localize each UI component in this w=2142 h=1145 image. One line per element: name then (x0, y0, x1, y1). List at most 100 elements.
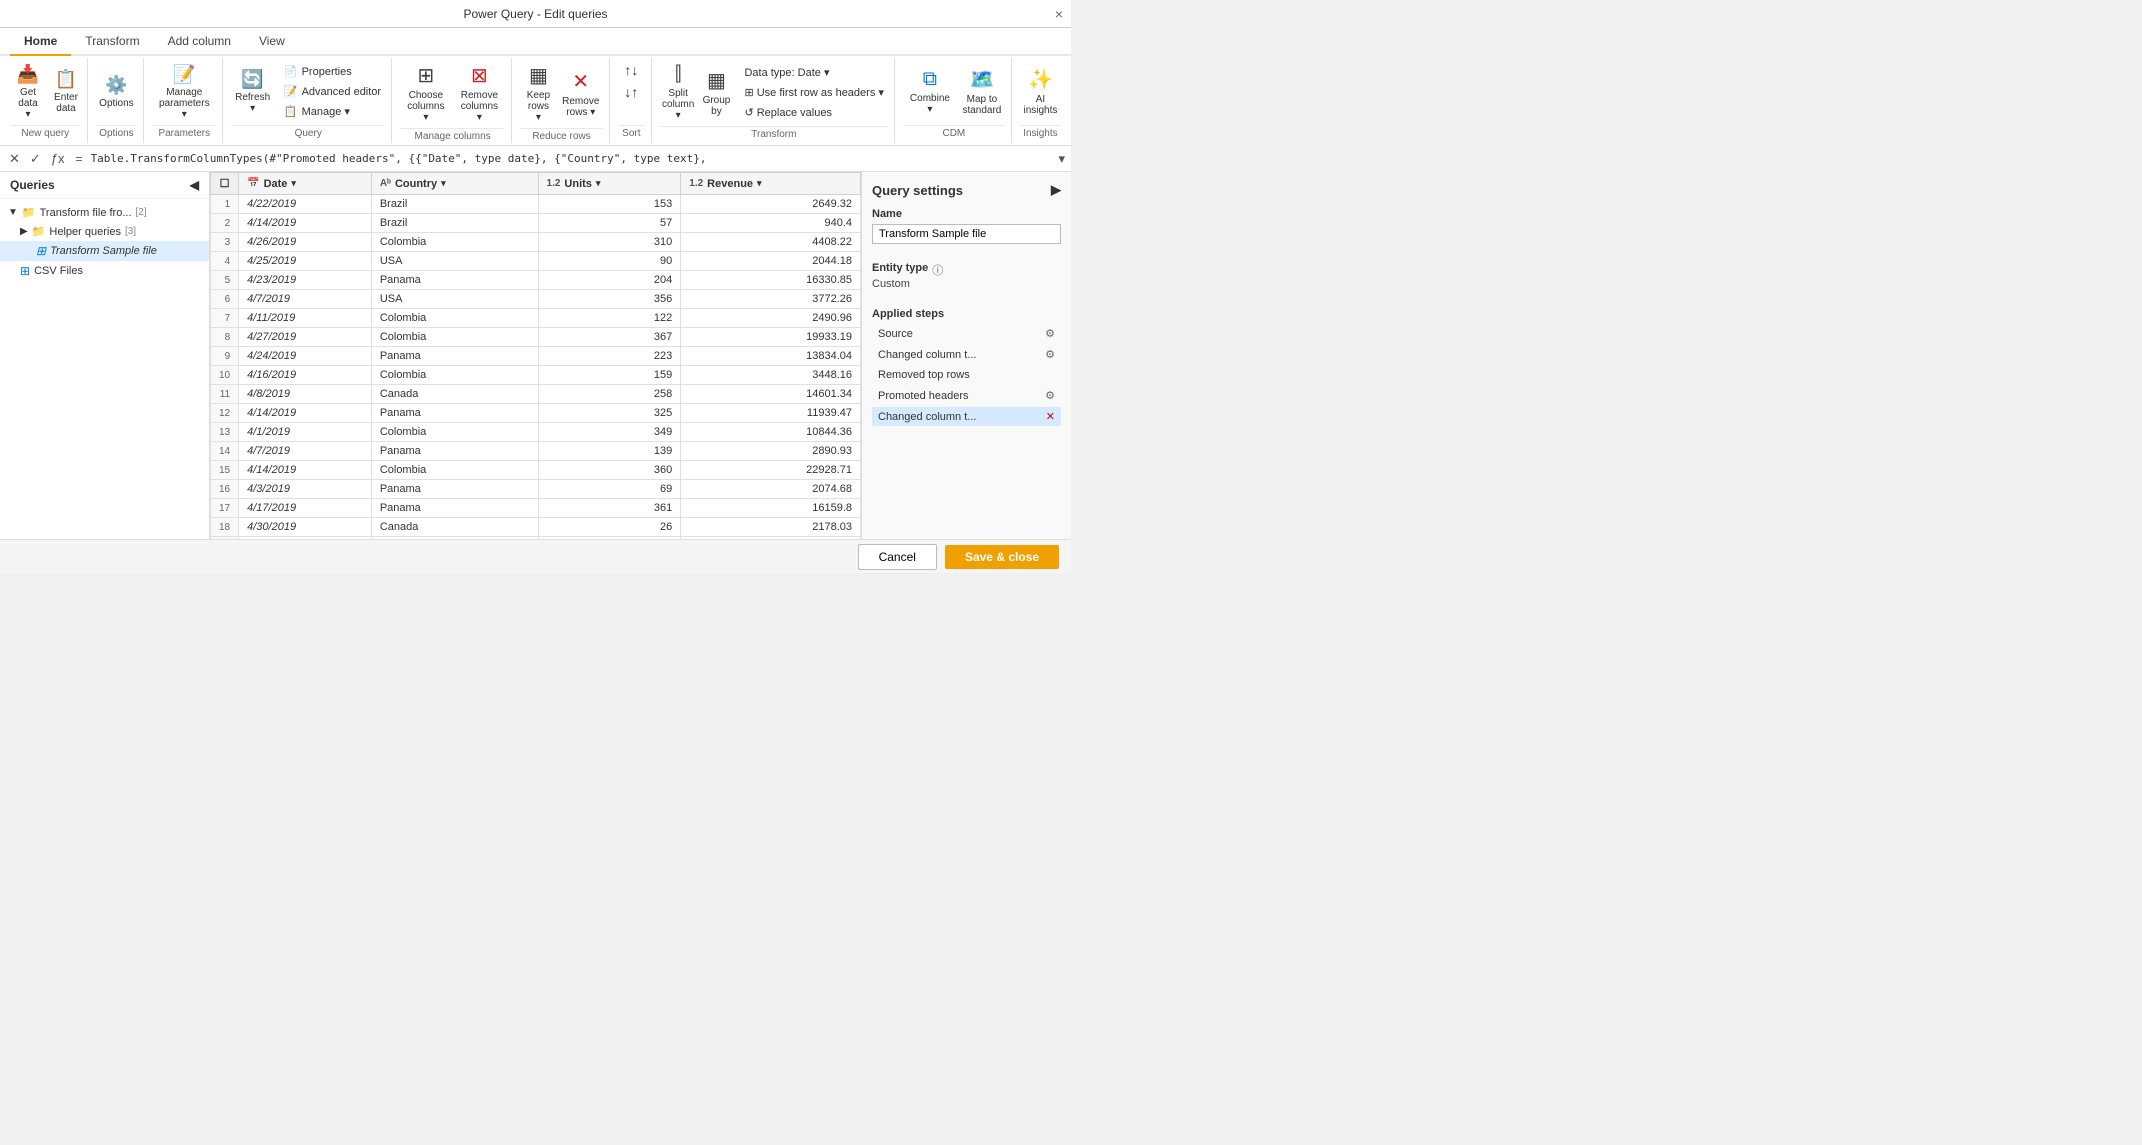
date-cell: 4/7/2019 (239, 290, 372, 309)
data-grid-wrap[interactable]: ☐ 📅 Date ▾ Aᵇ Country (210, 172, 861, 539)
split-column-button[interactable]: ⫿ Splitcolumn ▾ (660, 60, 697, 124)
country-type-icon: Aᵇ (380, 178, 391, 189)
formula-expand-button[interactable]: ▾ (1058, 151, 1065, 167)
units-cell: 258 (538, 385, 681, 404)
step-item-source[interactable]: Source⚙ (872, 324, 1061, 343)
tab-home[interactable]: Home (10, 28, 71, 56)
choose-columns-button[interactable]: ⊞ Choosecolumns ▾ (400, 60, 452, 126)
table-row[interactable]: 6 4/7/2019 USA 356 3772.26 (211, 290, 861, 309)
table-row[interactable]: 7 4/11/2019 Colombia 122 2490.96 (211, 309, 861, 328)
table-row[interactable]: 11 4/8/2019 Canada 258 14601.34 (211, 385, 861, 404)
settings-expand-button[interactable]: ▶ (1051, 182, 1061, 198)
enter-data-button[interactable]: 📋 Enterdata (48, 66, 84, 117)
options-button[interactable]: ⚙️ Options (96, 72, 138, 112)
helper-label: Helper queries (49, 226, 121, 238)
country-col-dropdown[interactable]: ▾ (441, 178, 446, 189)
ai-insights-icon: ✨ (1028, 67, 1053, 92)
table-row[interactable]: 19 4/16/2019 Brazil 387 9041.12 (211, 537, 861, 540)
formula-function-button[interactable]: ƒx (48, 150, 68, 167)
remove-columns-button[interactable]: ⊠ Removecolumns ▾ (454, 60, 506, 126)
table-row[interactable]: 15 4/14/2019 Colombia 360 22928.71 (211, 461, 861, 480)
entity-type-section: Entity type ⓘ Custom (872, 262, 1061, 290)
table-row[interactable]: 8 4/27/2019 Colombia 367 19933.19 (211, 328, 861, 347)
units-cell: 139 (538, 442, 681, 461)
units-col-dropdown[interactable]: ▾ (596, 178, 601, 189)
close-button[interactable]: × (1055, 6, 1063, 22)
step-item-promoted-headers[interactable]: Promoted headers⚙ (872, 386, 1061, 405)
keep-rows-button[interactable]: ▦ Keeprows ▾ (520, 60, 557, 126)
table-row[interactable]: 5 4/23/2019 Panama 204 16330.85 (211, 271, 861, 290)
remove-rows-button[interactable]: ✕ Removerows ▾ (559, 66, 603, 121)
query-group-helper[interactable]: ▶ 📁 Helper queries [3] (0, 222, 209, 241)
table-row[interactable]: 1 4/22/2019 Brazil 153 2649.32 (211, 195, 861, 214)
table-row[interactable]: 14 4/7/2019 Panama 139 2890.93 (211, 442, 861, 461)
step-item-changed-col-t2[interactable]: Changed column t...✕ (872, 407, 1061, 426)
manage-parameters-button[interactable]: 📝 Manageparameters ▾ (152, 61, 216, 123)
table-row[interactable]: 3 4/26/2019 Colombia 310 4408.22 (211, 233, 861, 252)
step-item-changed-col-t1[interactable]: Changed column t...⚙ (872, 345, 1061, 364)
select-all-checkbox[interactable]: ☐ (220, 178, 230, 190)
row-num-cell: 1 (211, 195, 239, 214)
revenue-cell: 2044.18 (681, 252, 861, 271)
date-cell: 4/16/2019 (239, 366, 372, 385)
row-num-cell: 6 (211, 290, 239, 309)
step-gear-icon[interactable]: ⚙ (1045, 348, 1055, 361)
step-gear-icon[interactable]: ⚙ (1045, 389, 1055, 402)
table-row[interactable]: 10 4/16/2019 Colombia 159 3448.16 (211, 366, 861, 385)
query-item-csv-files[interactable]: ⊞ CSV Files (0, 261, 209, 281)
tab-transform[interactable]: Transform (71, 28, 153, 56)
refresh-button[interactable]: 🔄 Refresh ▾ (231, 66, 274, 117)
group-by-button[interactable]: ▦ Groupby (698, 65, 734, 120)
properties-button[interactable]: 📄 Properties (280, 63, 385, 80)
formula-bar: ✕ ✓ ƒx = ▾ (0, 146, 1071, 172)
country-cell: Brazil (371, 195, 538, 214)
units-cell: 356 (538, 290, 681, 309)
table-row[interactable]: 4 4/25/2019 USA 90 2044.18 (211, 252, 861, 271)
sort-desc-button[interactable]: ↓↑ (620, 82, 642, 102)
replace-values-button[interactable]: ↺ Replace values (740, 104, 887, 121)
step-delete-icon[interactable]: ✕ (1046, 410, 1055, 423)
use-first-row-button[interactable]: ⊞ Use first row as headers ▾ (740, 84, 887, 101)
options-icon: ⚙️ (105, 75, 127, 96)
date-col-dropdown[interactable]: ▾ (291, 178, 296, 189)
table-row[interactable]: 18 4/30/2019 Canada 26 2178.03 (211, 518, 861, 537)
get-data-button[interactable]: 📥 Getdata ▾ (10, 61, 46, 123)
manage-button[interactable]: 📋 Manage ▾ (280, 103, 385, 120)
table-row[interactable]: 12 4/14/2019 Panama 325 11939.47 (211, 404, 861, 423)
ribbon-group-cdm: ⧉ Combine ▾ 🗺️ Map tostandard CDM (897, 58, 1012, 143)
table-row[interactable]: 13 4/1/2019 Colombia 349 10844.36 (211, 423, 861, 442)
data-grid: ☐ 📅 Date ▾ Aᵇ Country (210, 172, 861, 539)
row-num-cell: 2 (211, 214, 239, 233)
sort-asc-button[interactable]: ↑↓ (620, 60, 642, 80)
map-to-standard-button[interactable]: 🗺️ Map tostandard (959, 64, 1005, 119)
tab-view[interactable]: View (245, 28, 299, 56)
query-item-transform-sample[interactable]: ⊞ Transform Sample file (0, 241, 209, 261)
window-title: Power Query - Edit queries (463, 7, 607, 21)
combine-button[interactable]: ⧉ Combine ▾ (903, 65, 957, 118)
units-cell: 204 (538, 271, 681, 290)
tab-add-column[interactable]: Add column (154, 28, 245, 56)
queries-collapse-button[interactable]: ◀ (190, 178, 199, 192)
remove-columns-label: Removecolumns ▾ (459, 90, 501, 123)
table-row[interactable]: 9 4/24/2019 Panama 223 13834.04 (211, 347, 861, 366)
step-gear-icon[interactable]: ⚙ (1045, 327, 1055, 340)
entity-type-info-icon[interactable]: ⓘ (932, 262, 943, 278)
query-group-transform-file[interactable]: ▼ 📁 Transform file fro... [2] (0, 203, 209, 222)
ai-insights-button[interactable]: ✨ AIinsights (1020, 64, 1061, 119)
ribbon-group-transform: ⫿ Splitcolumn ▾ ▦ Groupby Data type: Dat… (654, 58, 895, 143)
revenue-col-dropdown[interactable]: ▾ (757, 178, 762, 189)
step-item-removed-top-rows[interactable]: Removed top rows (872, 366, 1061, 384)
table-row[interactable]: 2 4/14/2019 Brazil 57 940.4 (211, 214, 861, 233)
save-close-button[interactable]: Save & close (945, 545, 1059, 569)
table-row[interactable]: 17 4/17/2019 Panama 361 16159.8 (211, 499, 861, 518)
date-cell: 4/30/2019 (239, 518, 372, 537)
accept-formula-button[interactable]: ✓ (27, 150, 44, 168)
combine-label: Combine ▾ (908, 93, 952, 115)
name-input[interactable] (872, 224, 1061, 244)
cancel-button[interactable]: Cancel (858, 544, 937, 570)
table-row[interactable]: 16 4/3/2019 Panama 69 2074.68 (211, 480, 861, 499)
data-type-button[interactable]: Data type: Date ▾ (740, 64, 887, 81)
formula-input[interactable] (91, 152, 1055, 165)
reject-formula-button[interactable]: ✕ (6, 150, 23, 168)
advanced-editor-button[interactable]: 📝 Advanced editor (280, 83, 385, 100)
